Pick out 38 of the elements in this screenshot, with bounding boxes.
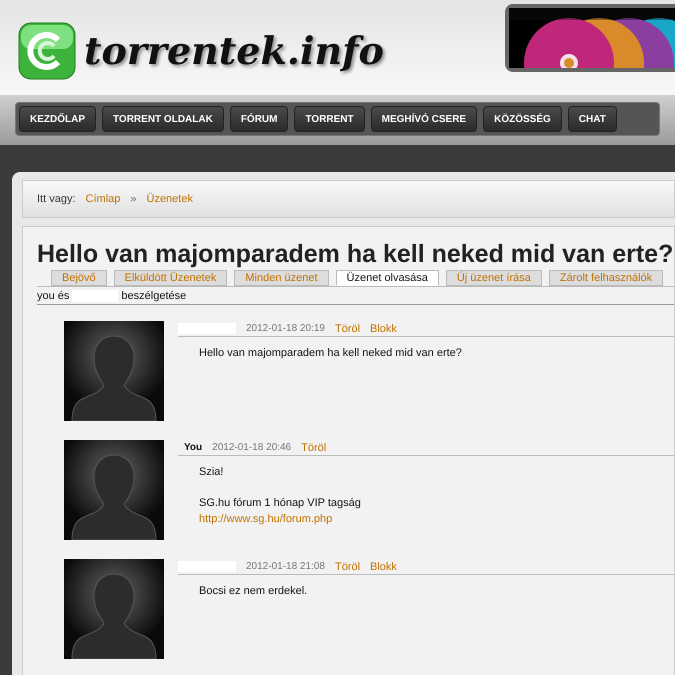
tab[interactable]: Elküldött Üzenetek	[114, 270, 228, 286]
message-text: Bocsi ez nem erdekel.	[199, 585, 308, 598]
breadcrumb-link[interactable]: Üzenetek	[146, 190, 193, 208]
site-logo[interactable]: torrentek.info	[84, 32, 384, 70]
nav-button[interactable]: KEZDŐLAP	[19, 106, 96, 132]
message-time: 2012-01-18 20:46	[212, 441, 292, 456]
action-link[interactable]: Töröl	[334, 320, 360, 337]
tab[interactable]: Zárolt felhasználók	[548, 270, 664, 286]
action-link[interactable]: Blokk	[370, 320, 397, 337]
redaction-box	[178, 323, 236, 334]
nav-button[interactable]: MEGHÍVÓ CSERE	[370, 106, 478, 132]
breadcrumb-separator: »	[130, 192, 136, 207]
message-time: 2012-01-18 20:19	[246, 322, 325, 336]
conversation-label: you és	[37, 288, 70, 304]
breadcrumb-link[interactable]: Címlap	[86, 190, 120, 208]
nav-button[interactable]: KÖZÖSSÉG	[483, 106, 562, 132]
tab[interactable]: Minden üzenet	[234, 270, 329, 286]
page-title: Hello van majomparadem ha kell neked mid van erte?	[37, 239, 674, 270]
message-text: SG.hu fórum 1 hónap VIP tagság	[199, 496, 361, 509]
message-text: Hello van majomparadem ha kell neked mid van erte?	[199, 347, 462, 360]
redaction-box	[178, 561, 236, 572]
nav-button[interactable]: FÓRUM	[230, 106, 288, 132]
tab[interactable]: Új üzenet írása	[446, 270, 542, 286]
message-link[interactable]: http://www.sg.hu/forum.php	[199, 513, 332, 526]
tab[interactable]: Bejövő	[51, 270, 107, 286]
conversation-label: beszélgetése	[121, 288, 186, 304]
breadcrumb-label: Itt vagy:	[37, 192, 76, 207]
tab[interactable]: Üzenet olvasása	[336, 270, 439, 286]
action-link[interactable]: Töröl	[301, 440, 326, 456]
nav-button[interactable]: TORRENT	[294, 106, 365, 132]
action-link[interactable]: Blokk	[370, 558, 397, 575]
logo-icon	[18, 22, 76, 80]
message-time: 2012-01-18 21:08	[246, 560, 325, 574]
nav-button[interactable]: CHAT	[568, 106, 617, 132]
nav-button[interactable]: TORRENT OLDALAK	[102, 106, 224, 132]
action-link[interactable]: Töröl	[334, 558, 360, 575]
message-text: Szia!	[199, 466, 224, 478]
message-author: You	[183, 441, 202, 456]
